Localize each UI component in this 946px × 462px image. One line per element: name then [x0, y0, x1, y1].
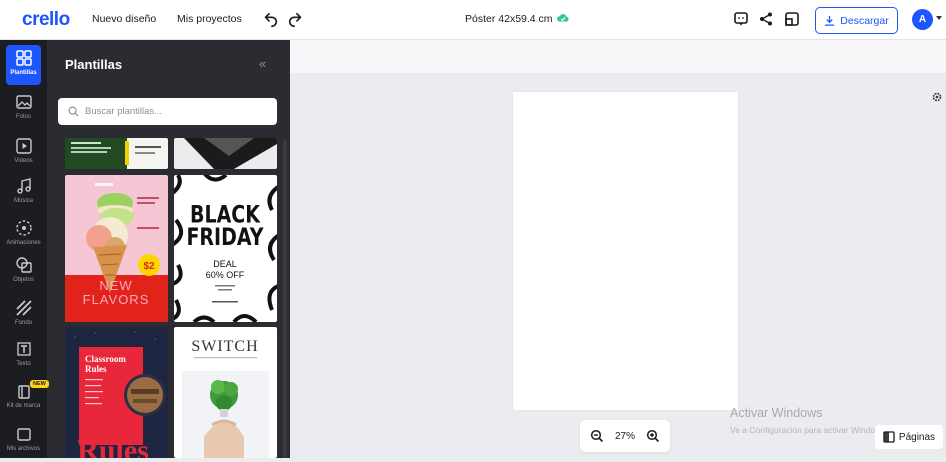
top-bar: crello Nuevo diseño Mis proyectos Póster… [0, 0, 946, 40]
rail-label: Fotos [15, 114, 31, 120]
windows-activation-title: Activar Windows [730, 406, 823, 420]
panel-title: Plantillas [65, 57, 123, 72]
panel-scrollbar[interactable] [283, 140, 287, 458]
pages-label: Páginas [898, 431, 936, 443]
template-text-rules-big: Rules [77, 434, 149, 458]
download-icon [825, 15, 835, 26]
pages-icon [883, 431, 895, 443]
chevron-down-icon[interactable] [936, 16, 942, 20]
rail-item-text[interactable]: Texto [0, 337, 47, 377]
rail-item-objects[interactable]: Objetos [0, 253, 47, 293]
windows-activation-subtitle: Ve a Configuración para activar Windows. [730, 425, 888, 435]
rail-label: Texto [16, 361, 31, 367]
template-text-friday: FRIDAY [186, 224, 263, 252]
search-icon [68, 106, 79, 117]
document-title[interactable]: Póster 42x59.4 cm [465, 13, 553, 25]
background-icon [15, 300, 32, 316]
music-icon [16, 178, 31, 194]
rail-label: Objetos [13, 277, 34, 283]
collapse-panel-icon[interactable]: « [259, 56, 266, 71]
gear-icon[interactable] [931, 91, 943, 103]
objects-icon [15, 257, 32, 273]
templates-panel: Plantillas « Buscar plantillas... $2 NEW… [47, 40, 290, 458]
template-thumb-green[interactable] [65, 138, 168, 169]
photos-icon [15, 95, 32, 109]
crello-logo[interactable]: crello [22, 9, 70, 31]
videos-icon [15, 138, 32, 154]
nav-new-design[interactable]: Nuevo diseño [92, 13, 156, 25]
search-box[interactable] [58, 98, 277, 125]
template-text-deal: DEAL [213, 259, 237, 269]
download-label: Descargar [840, 14, 889, 27]
rail-label: Fondo [14, 320, 32, 326]
zoom-out-icon[interactable] [590, 429, 604, 443]
animations-icon [15, 220, 32, 236]
share-icon[interactable] [758, 11, 774, 27]
rail-item-animations[interactable]: Animaciones [0, 216, 47, 256]
rail-item-brand-kit[interactable]: NEW Kit de marca [0, 379, 49, 419]
download-button[interactable]: Descargar [815, 7, 898, 34]
templates-icon [15, 50, 32, 66]
template-thumb-classroom-rules[interactable]: Classroom Rules Rules [65, 327, 168, 458]
template-thumb-black-friday[interactable]: BLACK FRIDAY DEAL 60% OFF [174, 175, 277, 322]
template-text-flavors: FLAVORS [83, 292, 150, 307]
pages-button[interactable]: Páginas [875, 425, 943, 449]
zoom-level[interactable]: 27% [615, 431, 635, 442]
template-text-new: NEW [99, 278, 132, 293]
rail-item-music[interactable]: Música [0, 174, 47, 214]
cloud-saved-icon [557, 14, 569, 22]
new-badge: NEW [30, 380, 49, 388]
text-icon [16, 342, 31, 356]
rail-label: Animaciones [6, 240, 41, 246]
rail-item-videos[interactable]: Videos [0, 134, 47, 174]
rail-label: Música [13, 198, 33, 204]
redo-icon[interactable] [287, 11, 305, 29]
nav-my-projects[interactable]: Mis proyectos [177, 13, 242, 25]
template-thumb-abstract[interactable] [174, 138, 277, 169]
template-text-switch: SWITCH [191, 338, 258, 355]
search-input[interactable] [85, 106, 265, 117]
comment-icon[interactable] [733, 11, 749, 27]
rail-item-background[interactable]: Fondo [0, 296, 47, 336]
design-page[interactable] [513, 92, 738, 410]
my-files-icon [16, 428, 31, 441]
rail-item-photos[interactable]: Fotos [0, 90, 47, 130]
template-thumb-switch[interactable]: SWITCH [174, 327, 277, 458]
canvas-toolbar-strip [290, 40, 946, 73]
rail-label: Plantillas [10, 70, 37, 76]
template-text-discount: 60% OFF [206, 270, 245, 280]
avatar[interactable]: A [912, 9, 933, 30]
template-thumb-new-flavors[interactable]: $2 NEW FLAVORS [65, 175, 168, 322]
zoom-bar: 27% [580, 420, 670, 452]
rail-label: Mis archivos [6, 446, 41, 452]
rail-item-templates[interactable]: Plantillas [0, 43, 47, 85]
rail-item-my-files[interactable]: Mis archivos [0, 422, 47, 462]
zoom-in-icon[interactable] [646, 429, 660, 443]
rail-label: Videos [14, 158, 33, 164]
undo-icon[interactable] [261, 11, 279, 29]
resize-icon[interactable] [784, 11, 800, 27]
template-text-rules: Rules [85, 364, 107, 374]
template-text-classroom: Classroom [85, 354, 126, 364]
left-rail: Plantillas Fotos Videos Música Animacion… [0, 40, 49, 458]
rail-label: Kit de marca [6, 403, 41, 409]
template-price: $2 [143, 261, 155, 272]
